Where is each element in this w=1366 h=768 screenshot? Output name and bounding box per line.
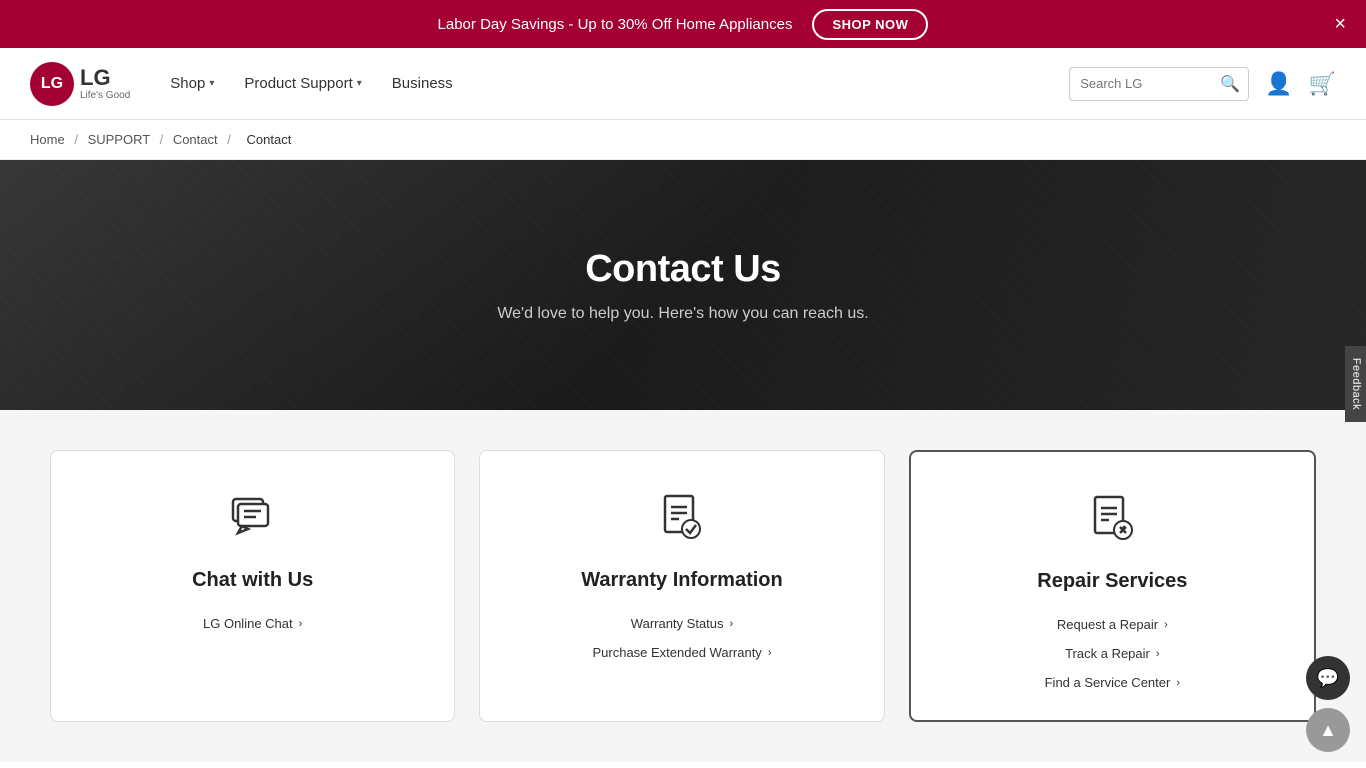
warranty-card-links: Warranty Status › Purchase Extended Warr… <box>510 616 853 660</box>
breadcrumb-support[interactable]: SUPPORT <box>88 132 150 147</box>
search-input[interactable] <box>1080 76 1220 91</box>
chat-card-title: Chat with Us <box>192 569 313 592</box>
logo-link[interactable]: LG LG Life's Good <box>30 62 130 106</box>
track-repair-link[interactable]: Track a Repair › <box>1065 646 1159 661</box>
lg-online-chat-link[interactable]: LG Online Chat › <box>203 616 302 631</box>
breadcrumb-contact-link[interactable]: Contact <box>173 132 218 147</box>
announcement-text: Labor Day Savings - Up to 30% Off Home A… <box>438 16 793 33</box>
hero-subtitle: We'd love to help you. Here's how you ca… <box>497 305 868 323</box>
close-announcement-button[interactable]: × <box>1334 14 1346 34</box>
chat-icon-svg <box>228 491 278 541</box>
breadcrumb-sep-3: / <box>227 132 231 147</box>
warranty-icon-svg <box>657 491 707 541</box>
extended-warranty-label: Purchase Extended Warranty <box>592 645 761 660</box>
nav-business-label: Business <box>392 75 453 92</box>
floating-buttons: 💬 ▲ <box>1306 656 1350 752</box>
hero-content: Contact Us We'd love to help you. Here's… <box>497 248 868 323</box>
breadcrumb: Home / SUPPORT / Contact / Contact <box>0 120 1366 160</box>
warranty-card: Warranty Information Warranty Status › P… <box>479 450 884 722</box>
warranty-card-title: Warranty Information <box>581 569 783 592</box>
nav-item-product-support[interactable]: Product Support ▾ <box>244 75 361 92</box>
extended-warranty-chevron: › <box>768 647 772 659</box>
repair-card: Repair Services Request a Repair › Track… <box>909 450 1316 722</box>
logo-tagline: Life's Good <box>80 90 130 101</box>
find-service-center-link[interactable]: Find a Service Center › <box>1045 675 1180 690</box>
cart-button[interactable]: 🛒 <box>1309 71 1336 97</box>
floating-chat-button[interactable]: 💬 <box>1306 656 1350 700</box>
hero-title: Contact Us <box>497 248 868 291</box>
repair-card-title: Repair Services <box>1037 570 1187 593</box>
repair-icon-svg <box>1087 492 1137 542</box>
logo-text: LG <box>41 75 63 93</box>
chat-link-chevron: › <box>299 618 303 630</box>
breadcrumb-current: Contact <box>247 132 292 147</box>
hero-section: Contact Us We'd love to help you. Here's… <box>0 160 1366 410</box>
extended-warranty-link[interactable]: Purchase Extended Warranty › <box>592 645 771 660</box>
breadcrumb-home[interactable]: Home <box>30 132 65 147</box>
request-repair-link[interactable]: Request a Repair › <box>1057 617 1168 632</box>
main-nav: Shop ▾ Product Support ▾ Business <box>170 75 1069 92</box>
logo-text-area: LG Life's Good <box>80 66 130 101</box>
header-actions: 🔍 👤 🛒 <box>1069 67 1336 101</box>
nav-support-label: Product Support <box>244 75 352 92</box>
repair-card-icon <box>1087 492 1137 552</box>
warranty-status-label: Warranty Status <box>631 616 724 631</box>
breadcrumb-sep-1: / <box>74 132 78 147</box>
chat-card-icon <box>228 491 278 551</box>
logo-circle: LG <box>30 62 74 106</box>
chat-card: Chat with Us LG Online Chat › <box>50 450 455 722</box>
logo-lg-text: LG <box>80 66 130 90</box>
account-button[interactable]: 👤 <box>1265 71 1292 97</box>
find-service-center-label: Find a Service Center <box>1045 675 1171 690</box>
breadcrumb-sep-2: / <box>160 132 164 147</box>
track-repair-chevron: › <box>1156 648 1160 660</box>
header: LG LG Life's Good Shop ▾ Product Support… <box>0 48 1366 120</box>
feedback-tab[interactable]: Feedback <box>1345 346 1366 422</box>
announcement-bar: Labor Day Savings - Up to 30% Off Home A… <box>0 0 1366 48</box>
find-service-center-chevron: › <box>1176 677 1180 689</box>
nav-shop-label: Shop <box>170 75 205 92</box>
lg-online-chat-label: LG Online Chat <box>203 616 293 631</box>
track-repair-label: Track a Repair <box>1065 646 1150 661</box>
scroll-to-top-button[interactable]: ▲ <box>1306 708 1350 752</box>
repair-card-links: Request a Repair › Track a Repair › Find… <box>941 617 1284 690</box>
nav-item-shop[interactable]: Shop ▾ <box>170 75 214 92</box>
nav-item-business[interactable]: Business <box>392 75 453 92</box>
search-button[interactable]: 🔍 <box>1220 74 1240 94</box>
request-repair-label: Request a Repair <box>1057 617 1158 632</box>
nav-support-chevron: ▾ <box>357 78 362 89</box>
chat-card-links: LG Online Chat › <box>81 616 424 631</box>
cards-section: Chat with Us LG Online Chat › Warranty I… <box>0 410 1366 762</box>
search-box: 🔍 <box>1069 67 1249 101</box>
request-repair-chevron: › <box>1164 619 1168 631</box>
nav-shop-chevron: ▾ <box>209 78 214 89</box>
warranty-status-chevron: › <box>730 618 734 630</box>
shop-now-button[interactable]: SHOP NOW <box>812 9 928 40</box>
warranty-card-icon <box>657 491 707 551</box>
warranty-status-link[interactable]: Warranty Status › <box>631 616 733 631</box>
